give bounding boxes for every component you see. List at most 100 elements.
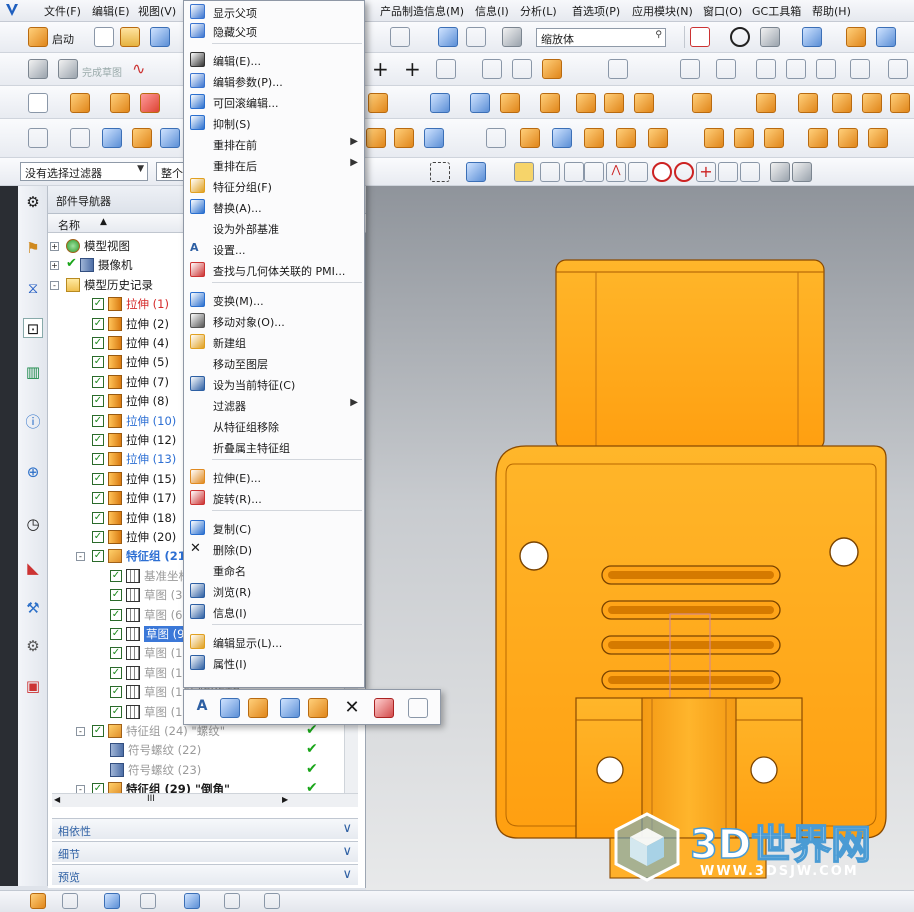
dart-icon[interactable]	[862, 93, 882, 113]
menu-file[interactable]: 文件(F)	[44, 3, 81, 19]
menu-move-to-layer[interactable]: 移动至图层	[184, 352, 364, 373]
chevron-down-icon[interactable]: ∨	[342, 821, 352, 836]
control-point-icon[interactable]	[584, 162, 604, 182]
edit-params-icon[interactable]	[220, 698, 240, 718]
mesh-icon[interactable]	[552, 128, 572, 148]
constraint-navigator-icon[interactable]: ⧖	[23, 278, 43, 298]
menu-show-parents[interactable]: 显示父项	[184, 1, 364, 22]
scroll-thumb[interactable]: III	[147, 794, 155, 804]
make-current-icon[interactable]	[408, 698, 428, 718]
show-constraints-icon[interactable]	[816, 59, 836, 79]
system-materials-icon[interactable]: ◣	[23, 558, 43, 578]
emboss-icon[interactable]	[890, 93, 910, 113]
chamfer-icon[interactable]	[70, 128, 90, 148]
edit-display-icon[interactable]	[308, 698, 328, 718]
menu-rollback-edit[interactable]: 可回滚编辑...	[184, 91, 364, 112]
sketch-tool-icon[interactable]	[62, 893, 78, 909]
menu-revolve[interactable]: 旋转(R)...	[184, 487, 364, 508]
menu-edit-parameters[interactable]: 编辑参数(P)...	[184, 70, 364, 91]
feature-checkbox[interactable]: ✓	[92, 337, 104, 349]
wcs-icon[interactable]	[876, 27, 896, 47]
feature-checkbox[interactable]: ✓	[110, 666, 122, 679]
fillet-icon[interactable]	[436, 59, 456, 79]
point-on-curve-icon[interactable]	[718, 162, 738, 182]
feature-checkbox[interactable]: ✓	[92, 375, 104, 388]
point-set-icon[interactable]: +	[404, 57, 421, 81]
dimension-icon[interactable]	[716, 59, 736, 79]
tree-row[interactable]: 符号螺纹 (23) ✔	[48, 761, 348, 780]
wrap-icon[interactable]	[808, 128, 828, 148]
expand-icon[interactable]: +	[50, 261, 59, 271]
new-file-icon[interactable]	[94, 27, 114, 47]
menu-help[interactable]: 帮助(H)	[812, 3, 851, 19]
curve-tool-icon[interactable]	[140, 893, 156, 909]
menu-reorder-before[interactable]: 重排在前 ▶	[184, 133, 364, 154]
feature-checkbox[interactable]: ✓	[92, 453, 104, 466]
slot-icon[interactable]	[798, 93, 818, 113]
feature-checkbox[interactable]: ✓	[110, 686, 122, 699]
menu-suppress[interactable]: 抑制(S)	[184, 112, 364, 133]
feature-icon[interactable]	[30, 893, 46, 909]
menu-window[interactable]: 窗口(O)	[703, 3, 742, 19]
scroll-right-icon[interactable]: ▶	[282, 795, 288, 804]
expand-icon[interactable]: +	[50, 242, 59, 251]
alternate-solution-icon[interactable]	[888, 59, 908, 79]
snap-icon[interactable]	[438, 27, 458, 47]
block-icon[interactable]	[500, 93, 520, 113]
bounded-grid-icon[interactable]	[770, 162, 790, 182]
trim-icon[interactable]	[482, 59, 502, 79]
feature-checkbox[interactable]: ✓	[92, 531, 104, 543]
assembly-navigator-icon[interactable]: ⚑	[23, 238, 43, 258]
feature-checkbox[interactable]: ✓	[92, 725, 104, 737]
sketch-icon[interactable]	[28, 59, 48, 79]
horizontal-scrollbar[interactable]: ◀ III ▶	[52, 793, 358, 807]
menu-filter[interactable]: 过滤器 ▶	[184, 394, 364, 415]
point-on-face-icon[interactable]	[740, 162, 760, 182]
chevron-down-icon[interactable]: ∨	[342, 844, 352, 859]
feature-checkbox[interactable]: ✓	[110, 589, 122, 602]
menu-rename[interactable]: 重命名	[184, 559, 364, 580]
emboss-body-icon[interactable]	[838, 128, 858, 148]
command-search-input[interactable]: 缩放体 ⚲	[536, 28, 666, 47]
extend-icon[interactable]	[512, 59, 532, 79]
selection-filter-dropdown[interactable]: 没有选择过滤器 ▼	[20, 162, 148, 181]
feature-checkbox[interactable]: ✓	[92, 356, 104, 369]
boss-icon[interactable]	[634, 93, 654, 113]
end-point-icon[interactable]	[540, 162, 560, 182]
feature-checkbox[interactable]: ✓	[92, 492, 104, 505]
feature-checkbox[interactable]: ✓	[92, 317, 104, 330]
unite-icon[interactable]	[140, 93, 160, 113]
menu-replace[interactable]: 替换(A)...	[184, 196, 364, 217]
info-tool-icon[interactable]	[502, 27, 522, 47]
point-icon[interactable]: +	[372, 57, 389, 81]
rotate-view-icon[interactable]	[730, 27, 750, 47]
menu-extrude[interactable]: 拉伸(E)...	[184, 466, 364, 487]
start-icon[interactable]	[28, 27, 48, 47]
feature-checkbox[interactable]: ✓	[92, 414, 104, 427]
profile-icon[interactable]: ∿	[132, 59, 152, 79]
extension-icon[interactable]	[616, 128, 636, 148]
finish-sketch-icon[interactable]	[58, 59, 78, 79]
offset-curve-icon[interactable]	[608, 59, 628, 79]
tangent-icon[interactable]	[628, 162, 648, 182]
snap-point-icon[interactable]	[370, 162, 390, 182]
make-corner-icon[interactable]	[542, 59, 562, 79]
cylinder-icon[interactable]	[540, 93, 560, 113]
thicken-icon[interactable]	[704, 128, 724, 148]
menu-delete[interactable]: ✕ 删除(D)	[184, 538, 364, 559]
layer-icon[interactable]	[466, 27, 486, 47]
menu-remove-from-group[interactable]: 从特征组移除	[184, 415, 364, 436]
suppress-icon[interactable]	[280, 698, 300, 718]
select-faces-icon[interactable]	[466, 162, 486, 182]
mid-point-icon[interactable]	[564, 162, 584, 182]
datum-plane-icon[interactable]	[28, 93, 48, 113]
feature-checkbox[interactable]: ✓	[92, 434, 104, 446]
revolve-icon[interactable]	[110, 93, 130, 113]
save-icon[interactable]	[150, 27, 170, 47]
view-cube-icon[interactable]	[802, 27, 822, 47]
menu-edit[interactable]: 编辑(E)...	[184, 49, 364, 70]
graphics-window[interactable]: 3D世界网 WWW.3DSJW.COM	[366, 186, 914, 890]
edge-blend-icon[interactable]	[28, 128, 48, 148]
menu-preferences[interactable]: 首选项(P)	[572, 3, 620, 19]
menu-application[interactable]: 应用模块(N)	[632, 3, 693, 19]
